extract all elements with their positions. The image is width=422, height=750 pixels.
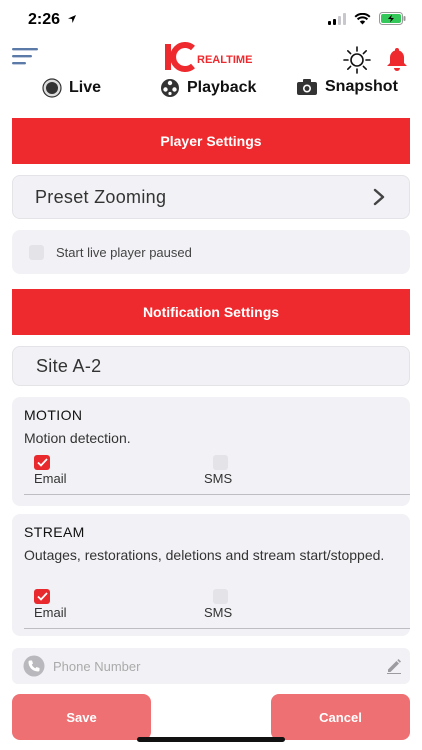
stream-email-option: Email — [34, 589, 67, 620]
phone-number-row — [12, 648, 410, 684]
motion-divider — [24, 494, 410, 495]
stream-email-label: Email — [34, 605, 67, 620]
player-settings-header: Player Settings — [12, 118, 410, 164]
stream-description: Outages, restorations, deletions and str… — [24, 547, 385, 563]
stream-sms-option: SMS — [204, 589, 232, 620]
chevron-right-icon — [373, 188, 385, 206]
motion-sms-checkbox[interactable] — [213, 455, 228, 470]
site-selector[interactable]: Site A-2 — [12, 346, 410, 386]
preset-zooming-row[interactable]: Preset Zooming — [12, 175, 410, 219]
location-arrow-icon — [68, 15, 77, 23]
preset-zooming-label: Preset Zooming — [35, 186, 167, 207]
stream-sms-checkbox[interactable] — [213, 589, 228, 604]
motion-description: Motion detection. — [24, 430, 131, 446]
record-icon — [42, 78, 62, 98]
save-button[interactable]: Save — [12, 694, 151, 740]
signal-icon — [328, 12, 346, 25]
status-time-text: 2:26 — [28, 11, 61, 28]
home-indicator — [137, 737, 285, 742]
site-label: Site A-2 — [36, 355, 102, 376]
motion-email-label: Email — [34, 471, 67, 486]
phone-number-input[interactable] — [51, 657, 375, 675]
motion-email-option: Email — [34, 455, 67, 486]
wifi-icon — [354, 12, 371, 24]
stream-email-checkbox[interactable] — [34, 589, 50, 604]
logo-text: REALTIME — [197, 54, 252, 66]
motion-sms-label: SMS — [204, 471, 233, 486]
phone-icon — [23, 655, 45, 677]
notification-settings-title: Notification Settings — [142, 304, 280, 320]
nav-playback[interactable]: Playback — [160, 78, 256, 98]
nav-live[interactable]: Live — [42, 78, 101, 98]
start-paused-row: Start live player paused — [12, 230, 410, 274]
notification-settings-header: Notification Settings — [12, 289, 410, 335]
status-icons — [328, 12, 406, 25]
cancel-button[interactable]: Cancel — [271, 694, 410, 740]
stream-notification-card: STREAM Outages, restorations, deletions … — [12, 514, 410, 636]
hamburger-menu-icon[interactable] — [12, 44, 40, 70]
nav-playback-label: Playback — [187, 79, 257, 96]
check-icon — [36, 458, 48, 467]
status-time: 2:26 — [28, 11, 77, 29]
stream-divider — [24, 628, 410, 629]
nav-snapshot-label: Snapshot — [325, 78, 398, 95]
motion-title: MOTION — [24, 407, 83, 423]
nav-snapshot[interactable]: Snapshot — [296, 78, 398, 96]
stream-sms-label: SMS — [204, 605, 233, 620]
status-bar: 2:26 — [0, 0, 422, 40]
app-header: REALTIME — [0, 40, 422, 80]
start-paused-checkbox[interactable] — [29, 244, 44, 260]
start-paused-label: Start live player paused — [56, 244, 192, 260]
player-settings-title: Player Settings — [160, 133, 262, 149]
sun-icon[interactable] — [343, 46, 371, 74]
film-reel-icon — [161, 79, 179, 97]
camera-icon — [297, 79, 317, 95]
motion-notification-card: MOTION Motion detection. Email SMS — [12, 397, 410, 506]
battery-charging-icon — [379, 12, 406, 25]
ic-realtime-logo: REALTIME — [163, 42, 263, 72]
stream-title: STREAM — [24, 524, 85, 540]
pencil-icon[interactable] — [386, 658, 402, 674]
motion-email-checkbox[interactable] — [34, 455, 50, 470]
motion-sms-option: SMS — [204, 455, 232, 486]
top-nav: Live Playback Snapshot — [0, 78, 422, 104]
bell-icon[interactable] — [385, 46, 409, 72]
check-icon — [36, 592, 48, 601]
nav-live-label: Live — [69, 79, 102, 96]
